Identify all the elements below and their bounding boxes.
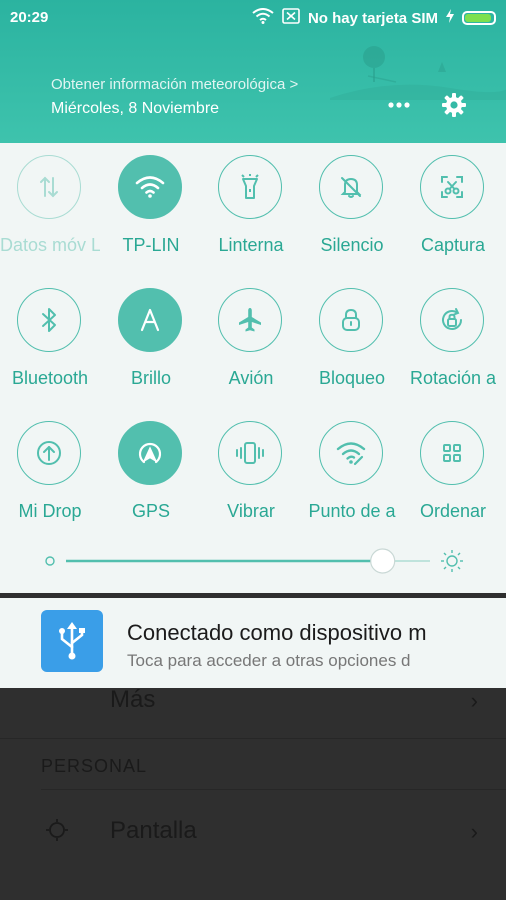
section-header-personal: PERSONAL bbox=[41, 756, 148, 776]
quick-tile-label: Linterna bbox=[218, 235, 284, 255]
brightness-slider[interactable] bbox=[0, 546, 506, 576]
gear-icon bbox=[442, 93, 466, 117]
settings-button[interactable] bbox=[437, 88, 471, 122]
brightness-low-icon bbox=[45, 556, 55, 566]
divider bbox=[0, 738, 506, 739]
quick-tile-tp-lin[interactable]: TP-LIN bbox=[101, 155, 201, 265]
gps-icon[interactable] bbox=[118, 421, 182, 485]
quick-tile-label: Bluetooth bbox=[11, 368, 89, 388]
grid-icon[interactable] bbox=[420, 421, 484, 485]
quick-tile-captura[interactable]: Captura bbox=[403, 155, 503, 265]
slider-thumb[interactable] bbox=[370, 548, 396, 574]
silent-bell-icon[interactable] bbox=[319, 155, 383, 219]
flashlight-icon[interactable] bbox=[218, 155, 282, 219]
weather-info-link[interactable]: Obtener información meteorológica > bbox=[51, 76, 298, 93]
battery-level-fill bbox=[465, 14, 491, 22]
quick-settings-panel: Datos móv L TP-LIN Linterna Silencio Captura… bbox=[0, 143, 506, 593]
no-sim-icon bbox=[282, 7, 300, 29]
quick-tile-label: Datos móv L bbox=[0, 235, 100, 255]
display-settings-icon bbox=[45, 818, 69, 847]
quick-tile-label: Silencio bbox=[320, 235, 384, 255]
vibrate-icon[interactable] bbox=[218, 421, 282, 485]
screenshot-scissors-icon[interactable] bbox=[420, 155, 484, 219]
quick-tile-label: Ordenar bbox=[419, 501, 487, 521]
notification-shade-header: 20:29 No hay tarjeta SIM Obtener informa… bbox=[0, 0, 506, 143]
quick-tile-vibrar[interactable]: Vibrar bbox=[201, 421, 301, 531]
auto-brightness-icon[interactable] bbox=[118, 288, 182, 352]
quick-tile-linterna[interactable]: Linterna bbox=[201, 155, 301, 265]
quick-tile-gps[interactable]: GPS bbox=[101, 421, 201, 531]
quick-tile-silencio[interactable]: Silencio bbox=[302, 155, 402, 265]
quick-tile-rotacion-a[interactable]: Rotación a bbox=[403, 288, 503, 398]
battery-icon bbox=[462, 11, 496, 25]
quick-tile-label: Mi Drop bbox=[18, 501, 82, 521]
bluetooth-icon[interactable] bbox=[17, 288, 81, 352]
status-bar: 20:29 No hay tarjeta SIM bbox=[0, 0, 506, 36]
rotation-icon[interactable] bbox=[420, 288, 484, 352]
quick-tile-label: TP-LIN bbox=[122, 235, 180, 255]
notification-title: Conectado como dispositivo m bbox=[127, 620, 427, 645]
date-label: Miércoles, 8 Noviembre bbox=[51, 100, 220, 117]
wifi-icon[interactable] bbox=[118, 155, 182, 219]
lock-icon[interactable] bbox=[319, 288, 383, 352]
quick-tile-avion[interactable]: Avión bbox=[201, 288, 301, 398]
more-icon bbox=[388, 102, 410, 108]
quick-tile-label: Bloqueo bbox=[318, 368, 386, 388]
mi-drop-icon[interactable] bbox=[17, 421, 81, 485]
more-button[interactable] bbox=[382, 88, 416, 122]
quick-tile-ordenar[interactable]: Ordenar bbox=[403, 421, 503, 531]
usb-icon bbox=[41, 610, 103, 672]
quick-tile-label: Brillo bbox=[130, 368, 171, 388]
weather-illustration bbox=[330, 46, 506, 100]
quick-tile-label: GPS bbox=[131, 501, 170, 521]
quick-tile-label: Captura bbox=[420, 235, 486, 255]
usb-notification[interactable]: Conectado como dispositivo m Toca para a… bbox=[0, 598, 506, 688]
sim-status-text: No hay tarjeta SIM bbox=[307, 9, 438, 27]
quick-tile-brillo[interactable]: Brillo bbox=[101, 288, 201, 398]
quick-tile-datos-mov-l[interactable]: Datos móv L bbox=[0, 155, 100, 265]
background-settings-list: Más › PERSONAL Pantalla › bbox=[0, 686, 506, 900]
charging-bolt-icon bbox=[446, 8, 454, 28]
quick-tile-label: Avión bbox=[228, 368, 274, 388]
wifi-icon bbox=[252, 7, 274, 29]
quick-tile-punto-de-a[interactable]: Punto de a bbox=[302, 421, 402, 531]
quick-tile-mi-drop[interactable]: Mi Drop bbox=[0, 421, 100, 531]
hotspot-icon[interactable] bbox=[319, 421, 383, 485]
settings-item-display: Pantalla bbox=[110, 817, 197, 844]
mobile-data-icon[interactable] bbox=[17, 155, 81, 219]
settings-item-more: Más bbox=[110, 686, 156, 713]
divider bbox=[41, 789, 506, 790]
airplane-icon[interactable] bbox=[218, 288, 282, 352]
quick-tile-bluetooth[interactable]: Bluetooth bbox=[0, 288, 100, 398]
notification-subtitle: Toca para acceder a otras opciones d bbox=[127, 651, 411, 670]
quick-tile-label: Punto de a bbox=[308, 501, 396, 521]
chevron-right-icon: › bbox=[470, 819, 478, 844]
quick-tile-label: Vibrar bbox=[227, 501, 275, 521]
status-time: 20:29 bbox=[10, 9, 49, 26]
quick-tile-bloqueo[interactable]: Bloqueo bbox=[302, 288, 402, 398]
brightness-high-icon bbox=[441, 550, 463, 572]
quick-tile-label: Rotación a bbox=[409, 368, 497, 388]
chevron-right-icon: › bbox=[470, 688, 478, 713]
